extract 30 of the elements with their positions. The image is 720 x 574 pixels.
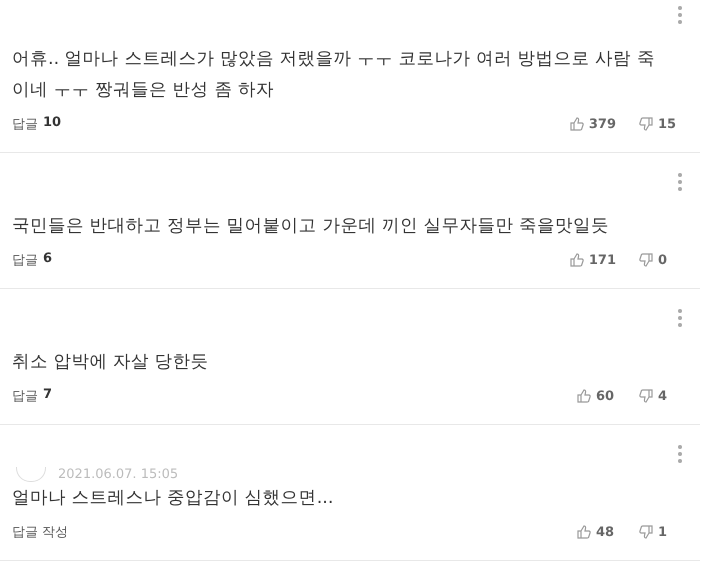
dislike-button[interactable]: 1 — [638, 524, 678, 540]
like-button[interactable]: 60 — [576, 388, 616, 404]
thumbs-down-icon — [638, 116, 654, 132]
like-button[interactable]: 171 — [568, 252, 616, 268]
thumbs-down-icon — [638, 252, 654, 268]
thumbs-up-icon — [568, 116, 585, 132]
avatar — [16, 466, 46, 482]
reply-link[interactable]: 답글 7 — [12, 387, 576, 405]
dislike-button[interactable]: 15 — [638, 116, 678, 132]
comment-text: 국민들은 반대하고 정부는 밀어붙이고 가운데 끼인 실무자들만 죽을맛일듯 — [12, 215, 610, 238]
like-button[interactable]: 379 — [568, 116, 616, 132]
more-options-icon[interactable] — [678, 445, 682, 463]
more-options-icon[interactable] — [678, 173, 682, 191]
dislike-button[interactable]: 4 — [638, 388, 678, 404]
comment-text: 얼마나 스트레스나 중압감이 심했으면... — [12, 487, 334, 510]
like-button[interactable]: 48 — [576, 524, 616, 540]
comment-text: 취소 압박에 자살 당한듯 — [12, 351, 210, 374]
comment-text: 어휴.. 얼마나 스트레스가 많았음 저랬을까 ㅜㅜ 코로나가 여러 방법으로 사람 죽이네 ㅜㅜ 짱궈들은 반성 좀 하자 — [12, 48, 656, 102]
thumbs-up-icon — [576, 388, 592, 404]
thumbs-up-icon — [576, 524, 592, 540]
thumbs-up-icon — [568, 252, 585, 268]
comment-date: 2021.06.07. 15:05 — [58, 466, 178, 482]
reply-link[interactable]: 답글 6 — [12, 251, 569, 269]
thumbs-down-icon — [638, 524, 654, 540]
more-options-icon[interactable] — [678, 6, 682, 24]
reply-link[interactable]: 답글 10 — [12, 115, 569, 133]
dislike-button[interactable]: 0 — [638, 252, 678, 268]
more-options-icon[interactable] — [678, 309, 682, 327]
thumbs-down-icon — [638, 388, 654, 404]
reply-link[interactable]: 답글 작성 — [12, 523, 576, 541]
